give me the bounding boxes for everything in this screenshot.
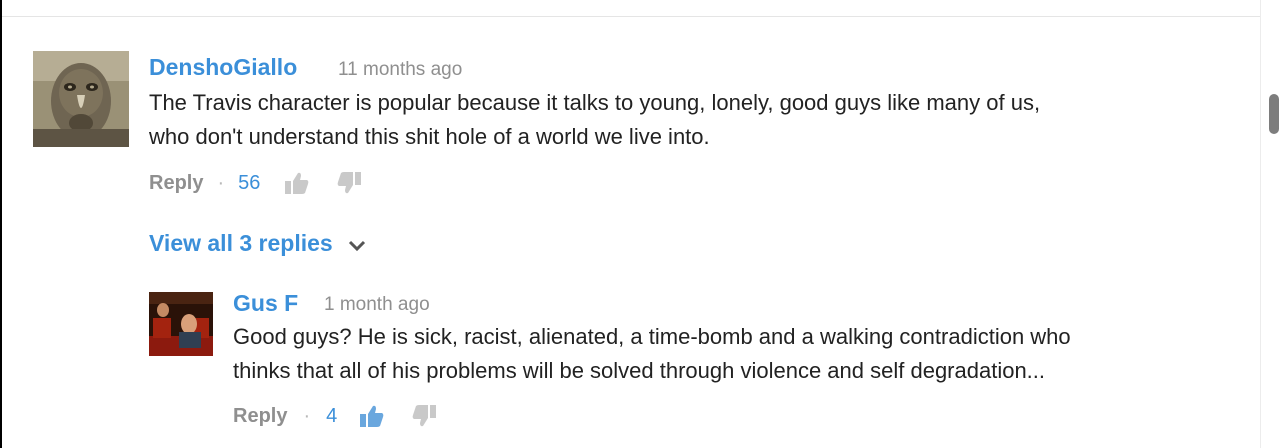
- comment-author[interactable]: DenshoGiallo: [149, 54, 297, 81]
- reply-text: Good guys? He is sick, racist, alienated…: [233, 320, 1071, 388]
- chevron-down-icon: [348, 240, 365, 251]
- like-count: 56: [238, 171, 261, 194]
- thumbs-up-icon: [285, 172, 309, 194]
- person-avatar-image: [149, 292, 213, 356]
- reply-actions: Reply · 4: [233, 403, 437, 429]
- separator-dot: ·: [217, 171, 225, 194]
- comment-text: The Travis character is popular because …: [149, 86, 1040, 154]
- reply-button[interactable]: Reply: [149, 172, 203, 195]
- like-count: 4: [326, 404, 338, 427]
- reply-time[interactable]: 1 month ago: [324, 294, 430, 316]
- reply-text-line: Good guys? He is sick, racist, alienated…: [233, 324, 1071, 349]
- top-divider: [2, 16, 1260, 17]
- view-replies-label: View all 3 replies: [149, 230, 333, 256]
- separator-dot: ·: [303, 404, 311, 427]
- like-button[interactable]: [359, 404, 385, 428]
- scrollbar-thumb[interactable]: [1269, 94, 1279, 134]
- thumbs-down-icon: [412, 405, 437, 427]
- dislike-button[interactable]: [336, 171, 362, 195]
- thumbs-up-icon: [360, 405, 384, 427]
- reply-button[interactable]: Reply: [233, 405, 287, 428]
- scrollbar-track[interactable]: [1260, 0, 1280, 448]
- like-button[interactable]: [284, 171, 310, 195]
- window-edge: [0, 0, 2, 448]
- comment-time[interactable]: 11 months ago: [338, 59, 462, 81]
- thumbs-down-icon: [338, 172, 362, 194]
- avatar[interactable]: [149, 292, 213, 356]
- view-replies-toggle[interactable]: View all 3 replies: [149, 230, 367, 257]
- avatar[interactable]: [33, 51, 129, 147]
- monkey-avatar-image: [33, 51, 129, 147]
- comment-actions: Reply · 56: [149, 170, 362, 196]
- reply-text-line: thinks that all of his problems will be …: [233, 358, 1046, 383]
- comment-text-line: who don't understand this shit hole of a…: [149, 124, 710, 149]
- dislike-button[interactable]: [411, 404, 437, 428]
- comment-text-line: The Travis character is popular because …: [149, 90, 1041, 115]
- reply-author[interactable]: Gus F: [233, 290, 298, 317]
